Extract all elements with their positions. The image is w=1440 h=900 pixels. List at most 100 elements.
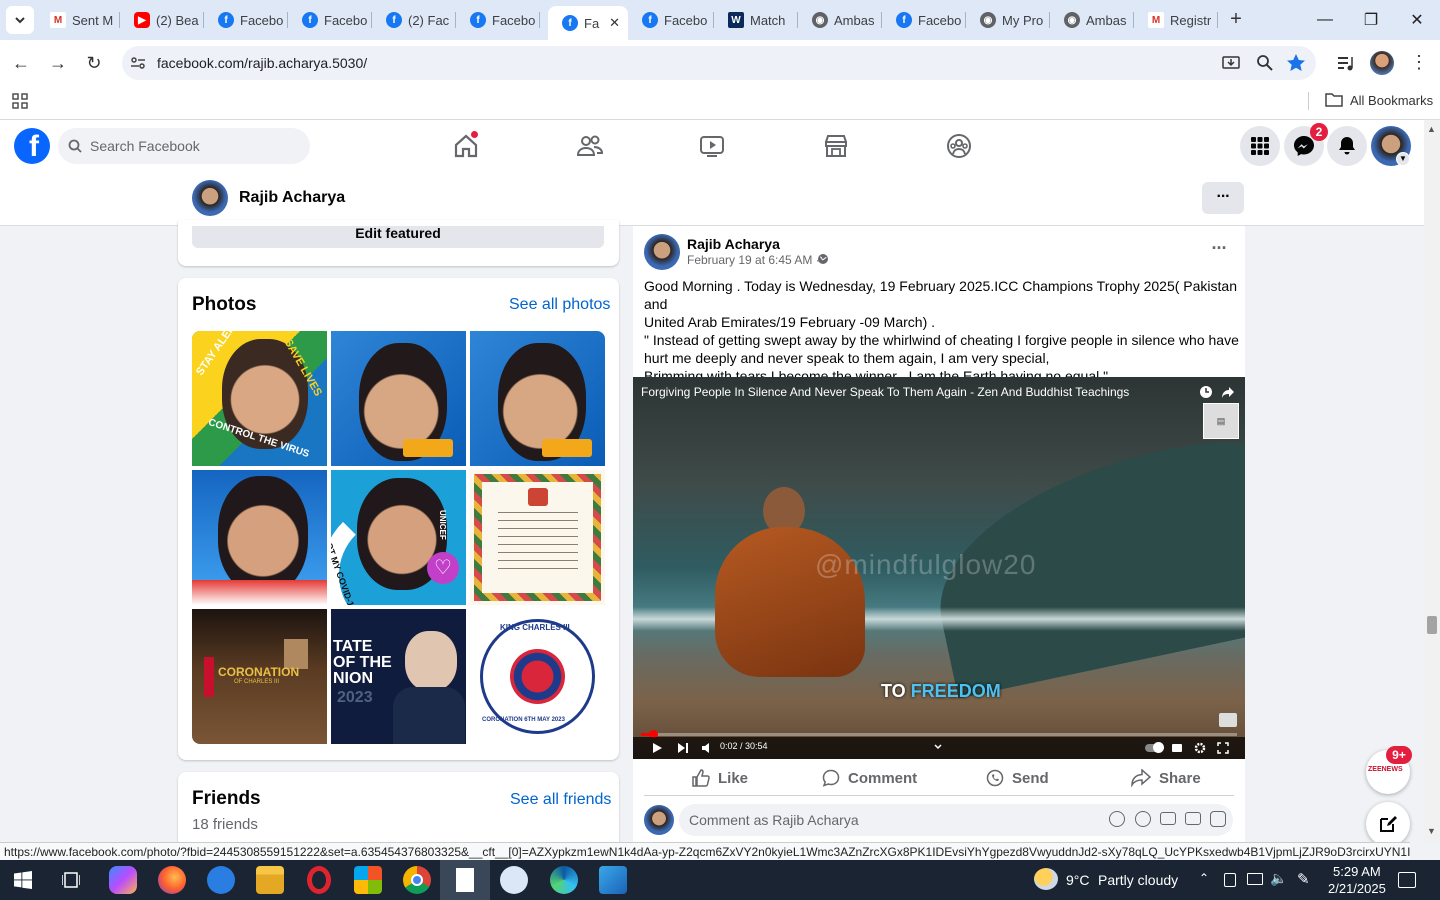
photos-app-icon[interactable]	[599, 866, 627, 894]
photo-state-of-union[interactable]: TATE OF THE NION 2023	[331, 609, 466, 744]
scroll-up-arrow[interactable]: ▲	[1427, 124, 1436, 134]
browser-tab[interactable]: M Registr	[1134, 6, 1218, 34]
photo-covid-vaccine[interactable]: I GOT MY COVID-19 VACCINE UNICEF ♡	[331, 470, 466, 605]
back-button[interactable]: ←	[10, 52, 32, 74]
windows-start-icon[interactable]	[14, 871, 32, 889]
comment-button[interactable]: Comment	[822, 767, 917, 789]
new-message-button[interactable]	[1366, 802, 1410, 846]
browser-tab[interactable]: ◉ My Pro	[966, 6, 1050, 34]
url-text[interactable]: facebook.com/rajib.acharya.5030/	[157, 55, 367, 71]
video-icon[interactable]	[698, 132, 726, 160]
task-view-icon[interactable]	[62, 872, 80, 888]
browser-tab[interactable]: ▶ (2) Bea	[120, 6, 204, 34]
new-tab-button[interactable]: +	[1224, 8, 1248, 32]
notepad-active-tile[interactable]	[440, 860, 490, 900]
browser-tab[interactable]: M Sent M	[36, 6, 120, 34]
browser-tab[interactable]: f Facebo	[288, 6, 372, 34]
bookmark-star-icon[interactable]	[1286, 53, 1306, 73]
maximize-button[interactable]: ❐	[1348, 0, 1394, 40]
captions-toggle-icon[interactable]	[1219, 713, 1237, 727]
paint-icon[interactable]	[500, 866, 528, 894]
groups-icon[interactable]	[945, 132, 973, 160]
site-info-icon[interactable]	[130, 55, 146, 71]
forward-button[interactable]: →	[47, 52, 69, 74]
chevron-down-icon[interactable]	[933, 742, 943, 752]
post-options-button[interactable]: ···	[1205, 238, 1233, 262]
browser-tab[interactable]: f Facebo	[628, 6, 714, 34]
volume-tray-icon[interactable]: 🔈	[1270, 870, 1287, 887]
comment-avatar[interactable]	[644, 805, 674, 835]
post-author-avatar[interactable]	[644, 234, 680, 270]
firefox-icon[interactable]	[158, 866, 186, 894]
scroll-down-arrow[interactable]: ▼	[1427, 826, 1436, 836]
camera-icon[interactable]	[1160, 812, 1176, 825]
post-author-name[interactable]: Rajib Acharya	[687, 236, 780, 252]
clock-date[interactable]: 2/21/2025	[1328, 881, 1386, 896]
meet-now-icon[interactable]	[1224, 873, 1236, 887]
apps-grid-icon[interactable]	[12, 93, 28, 109]
weather-temp[interactable]: 9°C	[1066, 872, 1090, 888]
browser-tab[interactable]: f (2) Fac	[372, 6, 456, 34]
photo-portrait-3[interactable]	[192, 470, 327, 605]
gif-icon[interactable]	[1185, 812, 1201, 825]
facebook-search-input[interactable]: Search Facebook	[58, 128, 310, 164]
messaging-app-icon[interactable]	[207, 866, 235, 894]
video-title[interactable]: Forgiving People In Silence And Never Sp…	[641, 385, 1129, 399]
media-control-icon[interactable]	[1336, 54, 1354, 72]
chevron-up-icon[interactable]: ⌃	[1199, 871, 1209, 885]
post-time[interactable]: February 19 at 6:45 AM ·	[687, 253, 820, 267]
volume-icon[interactable]	[701, 742, 713, 754]
friends-icon[interactable]	[576, 132, 604, 160]
page-scrollbar[interactable]: ▲ ▼	[1424, 120, 1440, 842]
browser-tab[interactable]: f Facebo	[204, 6, 288, 34]
subtitles-icon[interactable]	[1171, 742, 1183, 754]
channel-logo[interactable]: ▤	[1203, 403, 1239, 439]
see-all-photos-link[interactable]: See all photos	[509, 296, 610, 314]
install-app-icon[interactable]	[1222, 54, 1240, 72]
close-tab-icon[interactable]: ✕	[609, 15, 620, 31]
settings-gear-icon[interactable]	[1194, 742, 1206, 754]
profile-avatar-small[interactable]	[192, 180, 228, 216]
reload-button[interactable]: ↻	[83, 52, 105, 74]
see-all-friends-link[interactable]: See all friends	[510, 791, 611, 809]
play-icon[interactable]	[651, 742, 663, 754]
edit-featured-button[interactable]: Edit featured	[192, 226, 604, 248]
facebook-logo[interactable]: f	[14, 128, 50, 164]
browser-menu-button[interactable]: ⋮	[1410, 50, 1428, 74]
pen-icon[interactable]: ✎	[1297, 870, 1310, 888]
weather-icon[interactable]	[1034, 868, 1058, 890]
avatar-sticker-icon[interactable]	[1109, 811, 1125, 827]
photo-invitation[interactable]	[470, 470, 605, 605]
profile-avatar[interactable]	[1370, 51, 1394, 75]
google-chrome-icon[interactable]	[403, 866, 431, 894]
browser-tab[interactable]: f Fa ✕	[548, 6, 628, 40]
profile-name[interactable]: Rajib Acharya	[239, 189, 345, 207]
photo-stay-alert[interactable]: STAY ALERT SAVE LIVES CONTROL THE VIRUS	[192, 331, 327, 466]
zoom-icon[interactable]	[1256, 54, 1274, 72]
notifications-button[interactable]	[1327, 126, 1367, 166]
comment-input[interactable]: Comment as Rajib Acharya	[679, 804, 1233, 836]
microsoft-store-icon[interactable]	[354, 866, 382, 894]
address-bar[interactable]: facebook.com/rajib.acharya.5030/	[122, 46, 1316, 80]
video-progress-track[interactable]	[641, 730, 1237, 739]
edge-icon[interactable]	[550, 866, 578, 894]
tab-search-button[interactable]	[6, 6, 34, 34]
browser-tab[interactable]: ◉ Ambas	[798, 6, 882, 34]
share-arrow-icon[interactable]	[1221, 385, 1235, 399]
video-player[interactable]: Forgiving People In Silence And Never Sp…	[633, 377, 1245, 759]
close-window-button[interactable]: ✕	[1394, 0, 1440, 40]
clock-time[interactable]: 5:29 AM	[1333, 864, 1381, 879]
all-bookmarks-link[interactable]: All Bookmarks	[1350, 93, 1433, 108]
menu-button[interactable]	[1240, 126, 1280, 166]
send-button[interactable]: Send	[986, 767, 1049, 789]
copilot-icon[interactable]	[109, 866, 137, 894]
scrollbar-thumb[interactable]	[1427, 616, 1437, 634]
fullscreen-icon[interactable]	[1217, 742, 1229, 754]
next-icon[interactable]	[677, 742, 689, 754]
share-button[interactable]: Share	[1131, 767, 1201, 789]
browser-tab[interactable]: f Facebo	[882, 6, 966, 34]
opera-icon[interactable]	[307, 866, 331, 894]
profile-more-button[interactable]: ···	[1202, 182, 1244, 214]
photo-portrait-2[interactable]	[470, 331, 605, 466]
marketplace-icon[interactable]	[822, 132, 850, 160]
